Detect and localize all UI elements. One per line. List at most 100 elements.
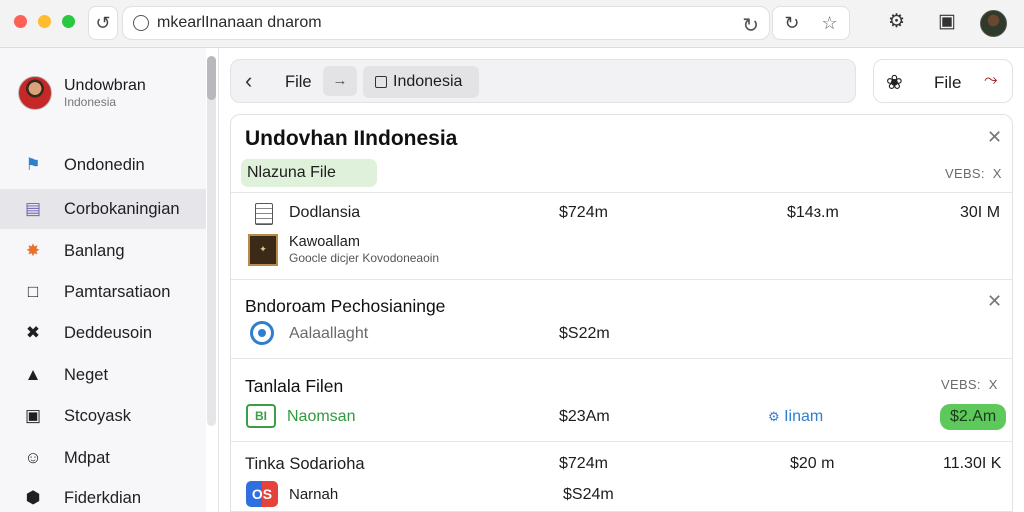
- camera-icon[interactable]: ▣: [938, 10, 956, 33]
- row-name: Naomsan: [287, 408, 356, 425]
- sidebar-item-label: Deddeusoin: [64, 323, 153, 342]
- app-icon: OS: [246, 481, 278, 507]
- row-link-text: Iinam: [784, 408, 824, 425]
- sidebar-item-fiderkdian[interactable]: ⬢ Fiderkdian: [0, 478, 206, 512]
- row-subtitle: Goocle dicjer Kovodoneaoin: [289, 251, 440, 265]
- warning-icon: ▲: [24, 365, 42, 384]
- sidebar-item-label: Mdpat: [64, 448, 110, 467]
- toolbar-actions: ↻ ☆: [772, 6, 850, 40]
- sidebar-item-label: Pamtarsatiaon: [64, 282, 171, 301]
- row-name: Narnah: [289, 486, 339, 503]
- row-value: $14ɜ.m: [787, 204, 839, 221]
- row-value: $20 m: [790, 455, 835, 472]
- row-value: $23Am: [559, 408, 610, 425]
- user-profile[interactable]: Undowbran Indonesia: [18, 76, 146, 110]
- sidebar-item-corbokaningian[interactable]: ▤ Corbokaningian: [0, 189, 206, 229]
- refresh-back-icon: ↺: [95, 12, 111, 33]
- extension-icon[interactable]: ⚙: [888, 10, 905, 33]
- gear-icon[interactable]: ❀: [886, 70, 903, 95]
- divider: [231, 279, 1012, 280]
- sidebar-item-stcoyask[interactable]: ▣ Stcoyask: [0, 396, 206, 436]
- arrow-right-icon[interactable]: →: [323, 66, 357, 96]
- sidebar-item-deddeusoin[interactable]: ✖ Deddeusoin: [0, 313, 206, 353]
- folder-icon: [375, 76, 387, 88]
- sidebar-item-label: Stcoyask: [64, 406, 131, 425]
- sidebar-item-banlang[interactable]: ✸ Banlang: [0, 231, 206, 271]
- address-bar[interactable]: mkearlInanaan dnarom ↻: [122, 6, 770, 40]
- user-name: Undowbran: [64, 77, 146, 94]
- back-button[interactable]: ↺: [88, 6, 118, 40]
- main-panel: Undovhan IIndonesia ✕ Nlazuna File VEBS:…: [230, 114, 1013, 512]
- sidebar-item-mdpat[interactable]: ☺ Mdpat: [0, 438, 206, 478]
- badge-icon: BI: [246, 404, 276, 428]
- divider: [231, 441, 1012, 442]
- sidebar-item-pamtarsatiaon[interactable]: □ Pamtarsatiaon: [0, 272, 206, 312]
- sidebar-item-label: Corbokaningian: [64, 199, 180, 218]
- sidebar-item-label: Neget: [64, 365, 109, 384]
- version-close[interactable]: X: [993, 166, 1002, 181]
- file-menu: ❀ File ⤳: [873, 59, 1013, 103]
- version-label: VEBS: X: [945, 166, 1002, 181]
- section-title: Bndoroam Pechosianinge: [245, 296, 446, 316]
- close-window-button[interactable]: [14, 15, 27, 28]
- breadcrumb-file[interactable]: File: [285, 73, 312, 92]
- sidebar-item-label: Banlang: [64, 241, 125, 260]
- file-chip[interactable]: Nlazuna File: [241, 159, 377, 187]
- row-value: $S24m: [563, 486, 614, 503]
- sidebar-scrollbar[interactable]: [207, 56, 216, 426]
- row-name: Tinka Sodarioha: [245, 455, 365, 473]
- tools-icon: ✖: [25, 323, 41, 342]
- shield-icon: ⬢: [25, 488, 41, 507]
- globe-icon: [133, 15, 149, 31]
- avatar: [18, 76, 52, 110]
- reload-icon[interactable]: ↻: [742, 13, 759, 38]
- row-name: Dodlansia: [289, 204, 361, 221]
- profile-avatar[interactable]: [980, 10, 1007, 37]
- document-icon: [255, 203, 273, 225]
- row-link[interactable]: ⚙ Iinam: [768, 408, 823, 426]
- flag-icon: ⚑: [25, 155, 41, 174]
- sidebar-item-ondonedin[interactable]: ⚑ Ondonedin: [0, 145, 206, 185]
- sidebar-divider: [218, 48, 219, 512]
- user-subtitle: Indonesia: [64, 95, 117, 109]
- breadcrumb-chip-label: Indonesia: [393, 73, 463, 90]
- sidebar-item-label: Fiderkdian: [64, 488, 142, 507]
- minimize-window-button[interactable]: [38, 15, 51, 28]
- divider: [231, 192, 1012, 193]
- person-icon: ☺: [24, 448, 42, 467]
- close-icon[interactable]: ✕: [987, 127, 1002, 148]
- section-title: Tanlala Filen: [245, 376, 344, 396]
- sync-icon: [250, 321, 274, 345]
- bookmark-icon: ▤: [24, 199, 42, 218]
- scrollbar-thumb[interactable]: [207, 56, 216, 100]
- row-value: $724m: [559, 204, 608, 221]
- close-icon[interactable]: ✕: [987, 291, 1002, 312]
- row-name: Kawoallam: [289, 234, 360, 250]
- row-value: $S22m: [559, 325, 610, 342]
- window-icon: □: [27, 282, 39, 301]
- chevron-left-icon[interactable]: ‹: [245, 68, 252, 94]
- file-menu-label[interactable]: File: [934, 73, 961, 93]
- version-close[interactable]: X: [989, 377, 998, 392]
- star-icon[interactable]: ☆: [821, 13, 837, 34]
- url-text: mkearlInanaan dnarom: [157, 14, 322, 31]
- divider: [231, 358, 1012, 359]
- sidebar-item-label: Ondonedin: [64, 155, 145, 174]
- browser-toolbar: ↺ mkearlInanaan dnarom ↻ ↻ ☆ ⚙ ▣: [0, 0, 1024, 48]
- artwork-icon: ✦: [248, 234, 278, 266]
- burst-icon: ✸: [25, 241, 41, 260]
- page-title: Undovhan IIndonesia: [245, 127, 458, 150]
- sidebar-item-neget[interactable]: ▲ Neget: [0, 355, 206, 395]
- breadcrumb: ‹ File → Indonesia: [230, 59, 856, 103]
- row-size: 11.30I K: [943, 455, 1002, 472]
- share-arrow-icon[interactable]: ⤳: [984, 70, 998, 90]
- status-badge[interactable]: $2.Am: [940, 404, 1007, 430]
- refresh-icon[interactable]: ↻: [784, 13, 799, 34]
- maximize-window-button[interactable]: [62, 15, 75, 28]
- row-name: Aalaallaght: [289, 325, 369, 342]
- breadcrumb-indonesia[interactable]: Indonesia: [363, 66, 479, 98]
- version-label: VEBS: X: [941, 377, 998, 392]
- version-text: VEBS:: [941, 377, 981, 392]
- row-value: $724m: [559, 455, 608, 472]
- row-size: 30I M: [960, 204, 1001, 221]
